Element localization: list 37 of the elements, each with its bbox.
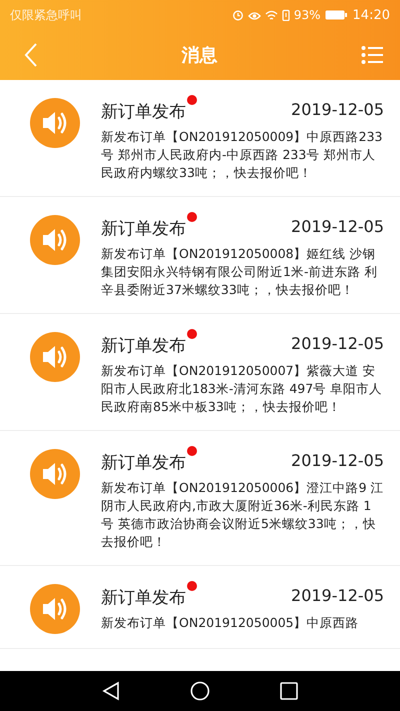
message-title: 新订单发布 <box>101 336 186 356</box>
speaker-icon <box>30 449 80 499</box>
message-title: 新订单发布 <box>101 102 186 122</box>
recents-nav-icon[interactable] <box>280 682 298 700</box>
message-body: 新发布订单【ON201912050007】紫薇大道 安阳市人民政府北183米-清河东路 497号 阜阳市人民政府南85米中板33吨；，快去报价吧！ <box>101 362 384 416</box>
message-body: 新发布订单【ON201912050005】中原西路 <box>101 614 360 632</box>
message-item[interactable]: 新订单发布 2019-12-05 新发布订单【ON201912050007】紫薇大道 安阳市人民政府北183米-清河东路 497号 阜阳市人民政府南85米中板33吨；，快去报价吧！ <box>0 314 400 431</box>
alarm-icon <box>232 9 244 21</box>
message-body: 新发布订单【ON201912050009】中原西路233号 郑州市人民政府内-中原西路 233号 郑州市人民政府内螺纹33吨；，快去报价吧！ <box>101 128 384 182</box>
message-body: 新发布订单【ON201912050008】姬红线 沙钢集团安阳永兴特钢有限公司附近1米-前进东路 利辛县委附近37米螺纹33吨；，快去报价吧！ <box>101 245 378 299</box>
clock-time: 14:20 <box>352 8 390 22</box>
message-body: 新发布订单【ON201912050006】澄江中路9 江阴市人民政府内,市政大厦附近36米-利民东路 1号 英德市政治协商会议附近5米螺纹33吨；，快去报价吧！ <box>101 479 384 551</box>
carrier-text: 仅限紧急呼叫 <box>10 6 82 24</box>
message-date: 2019-12-05 <box>291 99 384 119</box>
message-date: 2019-12-05 <box>291 216 384 236</box>
message-item[interactable]: 新订单发布 2019-12-05 新发布订单【ON201912050005】中原西路 <box>0 566 400 649</box>
speaker-icon <box>30 332 80 382</box>
message-item[interactable]: 新订单发布 2019-12-05 新发布订单【ON201912050006】澄江中路9 江阴市人民政府内,市政大厦附近36米-利民东路 1号 英德市政治协商会议附近5米螺纹33吨；，快去报价吧！ <box>0 431 400 566</box>
message-date: 2019-12-05 <box>291 333 384 353</box>
battery-icon <box>324 10 347 20</box>
battery-percent: 93% <box>294 8 321 22</box>
message-title: 新订单发布 <box>101 453 186 473</box>
message-title: 新订单发布 <box>101 219 186 239</box>
message-date: 2019-12-05 <box>291 585 384 605</box>
speaker-icon <box>30 215 80 265</box>
battery-saver-icon <box>282 9 290 21</box>
page-title: 消息 <box>182 44 218 67</box>
message-title: 新订单发布 <box>101 588 186 608</box>
message-item[interactable]: 新订单发布 2019-12-05 新发布订单【ON201912050009】中原西路233号 郑州市人民政府内-中原西路 233号 郑州市人民政府内螺纹33吨；，快去报价吧！ <box>0 80 400 197</box>
speaker-icon <box>30 584 80 634</box>
eye-icon <box>248 10 261 20</box>
speaker-icon <box>30 98 80 148</box>
home-nav-icon[interactable] <box>190 681 210 701</box>
wifi-icon <box>264 10 278 20</box>
message-date: 2019-12-05 <box>291 450 384 470</box>
back-nav-icon[interactable] <box>102 681 120 701</box>
message-item[interactable]: 新订单发布 2019-12-05 新发布订单【ON201912050008】姬红线 沙钢集团安阳永兴特钢有限公司附近1米-前进东路 利辛县委附近37米螺纹33吨；，快去报价吧！ <box>0 197 400 314</box>
